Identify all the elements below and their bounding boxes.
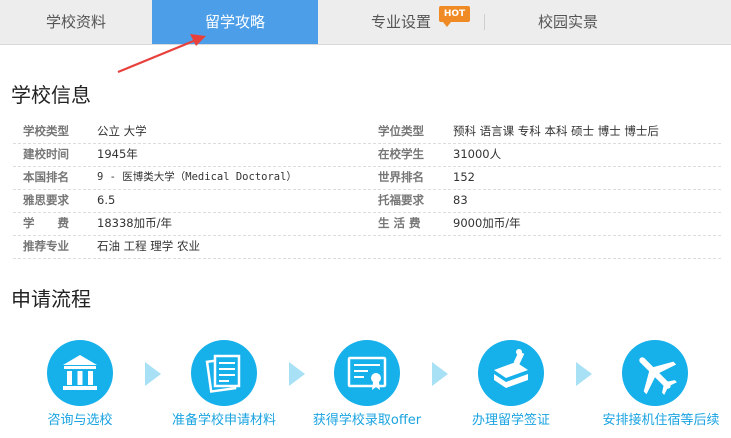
step-arrow-icon: [576, 362, 592, 386]
info-label: 托福要求: [378, 193, 424, 207]
step-label: 获得学校录取offer: [312, 413, 422, 428]
certificate-icon: [347, 356, 387, 390]
step-label: 安排接机住宿等后续: [602, 413, 720, 428]
info-label: 学 费: [23, 216, 69, 230]
info-label: 推荐专业: [23, 239, 69, 253]
school-info-title: 学校信息: [11, 83, 91, 107]
step-circle-offer: [334, 340, 400, 406]
info-label: 学位类型: [378, 124, 424, 138]
step-circle-visa: [478, 340, 544, 406]
info-value: 83: [453, 193, 468, 207]
step-circle-prepare: [191, 340, 257, 406]
info-value: 152: [453, 170, 475, 184]
info-value: 9 - 医博类大学（Medical Doctoral）: [97, 171, 297, 183]
step-label: 准备学校申请材料: [171, 413, 276, 428]
info-label: 本国排名: [23, 170, 69, 184]
info-value: 1945年: [97, 147, 138, 161]
step-label: 咨询与选校: [47, 413, 113, 428]
process-title: 申请流程: [11, 287, 91, 311]
info-label: 生 活 费: [378, 216, 421, 230]
info-label: 在校学生: [378, 147, 424, 161]
step-label: 办理留学签证: [471, 413, 550, 428]
info-value: 6.5: [97, 193, 116, 207]
info-label: 学校类型: [23, 124, 69, 138]
info-row: 本国排名 9 - 医博类大学（Medical Doctoral） 世界排名 15…: [13, 166, 721, 190]
step-arrow-icon: [289, 362, 305, 386]
info-label: 世界排名: [378, 170, 424, 184]
info-value: 18338加币/年: [97, 216, 172, 230]
info-row: 学校类型 公立 大学 学位类型 预科 语言课 专科 本科 硕士 博士 博士后: [13, 120, 721, 144]
info-value: 预科 语言课 专科 本科 硕士 博士 博士后: [453, 124, 659, 138]
info-row: 学 费 18338加币/年 生 活 费 9000加币/年: [13, 212, 721, 236]
step-circle-arrangements: [622, 340, 688, 406]
info-row: 建校时间 1945年 在校学生 31000人: [13, 143, 721, 167]
step-arrow-icon: [432, 362, 448, 386]
info-row: 雅思要求 6.5 托福要求 83: [13, 189, 721, 213]
info-value: 石油 工程 理学 农业: [97, 239, 200, 253]
info-row: 推荐专业 石油 工程 理学 农业: [13, 235, 721, 259]
passport-stamp-icon: [494, 349, 528, 388]
documents-icon: [205, 354, 241, 393]
institution-icon: [63, 355, 97, 390]
info-value: 公立 大学: [97, 124, 147, 138]
step-circle-consult: [47, 340, 113, 406]
airplane-icon: [639, 357, 677, 395]
info-label: 雅思要求: [23, 193, 69, 207]
info-value: 31000人: [453, 147, 502, 161]
step-arrow-icon: [145, 362, 161, 386]
info-value: 9000加币/年: [453, 216, 521, 230]
info-label: 建校时间: [23, 147, 69, 161]
